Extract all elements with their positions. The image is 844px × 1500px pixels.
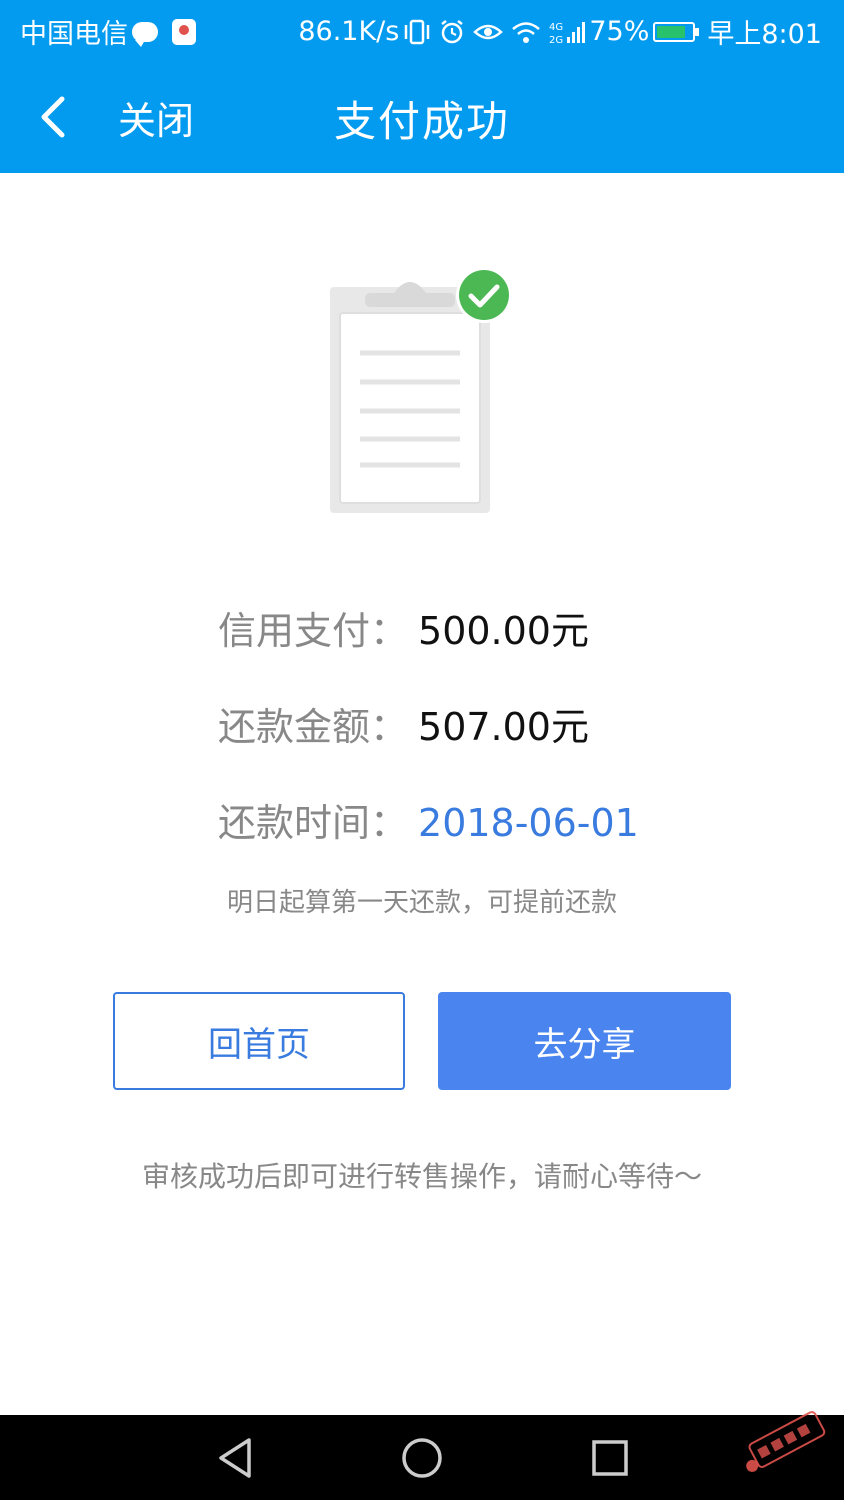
- repay-time-value: 2018-06-01: [418, 801, 639, 845]
- signal-icon: 4G 2G: [549, 21, 586, 45]
- circle-home-icon: [402, 1438, 442, 1478]
- repay-amount-label: 还款金额：: [218, 705, 409, 749]
- review-tip: 审核成功后即可进行转售操作，请耐心等待～: [141, 1160, 702, 1193]
- battery-icon: [653, 21, 700, 42]
- check-circle-icon: [456, 267, 512, 323]
- page-title: 支付成功: [333, 97, 510, 146]
- clock-time: 早上8:01: [707, 19, 822, 50]
- network-speed: 86.1K/s: [298, 16, 400, 47]
- app-header: 关闭 支付成功: [0, 60, 844, 173]
- app-notification-icon: [172, 18, 196, 45]
- square-recent-icon: [592, 1440, 628, 1476]
- triangle-back-icon: [219, 1438, 251, 1478]
- wifi-icon: [512, 21, 541, 43]
- system-nav-bar: [0, 1415, 844, 1500]
- nav-home-button[interactable]: [397, 1433, 447, 1483]
- alarm-icon: [441, 19, 464, 43]
- status-bar-left: 中国电信: [20, 12, 200, 51]
- vibrate-icon: [405, 19, 430, 44]
- repay-note: 明日起算第一天还款，可提前还款: [226, 888, 617, 918]
- credit-payment-label: 信用支付：: [218, 609, 409, 653]
- repay-time-row: 还款时间： 2018-06-01: [218, 792, 778, 888]
- back-home-button[interactable]: 回首页: [113, 992, 405, 1090]
- payment-info: 信用支付： 500.00元 还款金额： 507.00元 还款时间： 2018-0…: [218, 600, 778, 888]
- svg-text:4G: 4G: [549, 22, 563, 33]
- message-icon: [132, 21, 158, 47]
- share-button[interactable]: 去分享: [438, 992, 731, 1090]
- nav-recent-button[interactable]: [585, 1433, 635, 1483]
- credit-payment-value: 500.00元: [418, 609, 589, 653]
- battery-percent: 75%: [589, 16, 650, 47]
- nav-back-button[interactable]: [210, 1433, 260, 1483]
- clipboard-icon: [330, 267, 512, 513]
- repay-amount-row: 还款金额： 507.00元: [218, 696, 778, 792]
- eye-comfort-icon: [473, 24, 504, 39]
- status-bar-right: 86.1K/s 4G 2G 75% 早上8:01: [298, 12, 822, 51]
- payment-success-screen: 中国电信 86.1K/s 4G 2G 75% 早上8:01 关闭 支付成功 信用…: [0, 0, 844, 1500]
- status-bar: 中国电信 86.1K/s 4G 2G 75% 早上8:01: [0, 0, 844, 60]
- repay-time-label: 还款时间：: [218, 801, 409, 845]
- carrier-name: 中国电信: [20, 19, 128, 50]
- credit-payment-row: 信用支付： 500.00元: [218, 600, 778, 696]
- repay-amount-value: 507.00元: [418, 705, 589, 749]
- svg-text:2G: 2G: [549, 35, 563, 45]
